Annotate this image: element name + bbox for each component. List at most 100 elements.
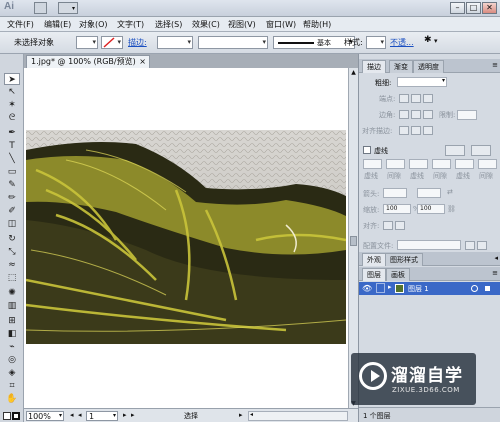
gradient-tool-icon[interactable]: ◧ <box>4 328 20 340</box>
panel-menu-icon[interactable]: ≡ <box>492 269 498 277</box>
artboard-canvas[interactable] <box>24 68 348 408</box>
menu-view[interactable]: 视图(V) <box>228 19 256 30</box>
scale-tool-icon[interactable]: ⤡ <box>4 246 20 258</box>
opacity-link[interactable]: 不透... <box>390 37 414 48</box>
limit-input[interactable] <box>457 110 477 120</box>
arrow-tip-at-end-icon[interactable] <box>395 221 405 230</box>
link-scale-icon[interactable]: ⛓ <box>447 205 456 213</box>
tab-stroke[interactable]: 描边 <box>362 60 386 73</box>
scroll-left-icon[interactable]: ◂ <box>250 411 253 418</box>
eraser-tool-icon[interactable]: ◫ <box>4 218 20 230</box>
graphic-style-dropdown[interactable] <box>366 36 386 49</box>
status-menu-icon[interactable]: ▸ <box>239 411 243 419</box>
line-tool-icon[interactable]: ╲ <box>4 153 20 165</box>
next-artboard-icon[interactable]: ▸ <box>123 411 127 419</box>
chevron-down-icon[interactable]: ▾ <box>434 37 438 45</box>
terraced-hills-photo[interactable] <box>26 130 346 344</box>
tab-gradient[interactable]: 渐变 <box>389 60 413 73</box>
scroll-up-icon[interactable]: ▲ <box>350 69 357 76</box>
round-join-icon[interactable] <box>411 110 421 119</box>
gap-input-2[interactable] <box>432 159 451 169</box>
dash-input-2[interactable] <box>409 159 428 169</box>
align-outside-icon[interactable] <box>423 126 433 135</box>
swap-arrowheads-icon[interactable]: ⇄ <box>447 188 453 196</box>
menu-file[interactable]: 文件(F) <box>7 19 34 30</box>
visibility-eye-icon[interactable]: 👁 <box>362 284 372 293</box>
stroke-label-link[interactable]: 描边: <box>128 37 147 48</box>
mesh-tool-icon[interactable]: ⊞ <box>4 315 20 327</box>
graph-tool-icon[interactable]: ▥ <box>4 300 20 312</box>
profile-dropdown[interactable] <box>397 240 461 250</box>
recolor-artwork-icon[interactable]: ✱ <box>424 35 432 45</box>
bevel-join-icon[interactable] <box>423 110 433 119</box>
close-window-button[interactable]: ✕ <box>482 2 497 14</box>
first-artboard-icon[interactable]: ◂ <box>70 411 74 419</box>
end-scale-input[interactable]: 100 <box>417 204 445 214</box>
magic-wand-tool-icon[interactable]: ✶ <box>4 99 20 111</box>
arrow-tip-beyond-icon[interactable] <box>383 221 393 230</box>
align-inside-icon[interactable] <box>411 126 421 135</box>
gap-input-3[interactable] <box>478 159 497 169</box>
stroke-color-dropdown[interactable] <box>101 36 123 49</box>
free-transform-tool-icon[interactable]: ⬚ <box>4 272 20 284</box>
end-arrowhead-dropdown[interactable] <box>417 188 441 198</box>
blob-brush-tool-icon[interactable]: ✐ <box>4 205 20 217</box>
fill-swatch[interactable] <box>3 412 11 420</box>
butt-cap-icon[interactable] <box>399 94 409 103</box>
preserve-dash-icon[interactable] <box>445 145 465 156</box>
start-scale-input[interactable]: 100 <box>383 204 411 214</box>
menu-help[interactable]: 帮助(H) <box>303 19 331 30</box>
brush-definition-dropdown[interactable]: 基本 ▾ <box>273 36 355 49</box>
lock-toggle[interactable] <box>376 283 385 293</box>
blend-tool-icon[interactable]: ◎ <box>4 354 20 366</box>
menu-window[interactable]: 窗口(W) <box>266 19 296 30</box>
eyedropper-tool-icon[interactable]: ⌁ <box>4 341 20 353</box>
align-dash-icon[interactable] <box>471 145 491 156</box>
stroke-swatch[interactable] <box>12 412 20 420</box>
menu-edit[interactable]: 编辑(E) <box>44 19 71 30</box>
pencil-tool-icon[interactable]: ✏ <box>4 192 20 204</box>
align-center-icon[interactable] <box>399 126 409 135</box>
panel-menu-icon[interactable]: ≡ <box>492 61 498 69</box>
type-tool-icon[interactable]: T <box>4 140 20 152</box>
projecting-cap-icon[interactable] <box>423 94 433 103</box>
menu-object[interactable]: 对象(O) <box>79 19 108 30</box>
tab-layers[interactable]: 图层 <box>362 268 386 281</box>
maximize-button[interactable]: □ <box>466 2 481 14</box>
live-paint-tool-icon[interactable]: ◈ <box>4 367 20 379</box>
symbol-sprayer-tool-icon[interactable]: ✺ <box>4 287 20 299</box>
arrange-documents-button[interactable]: ▾ <box>58 2 78 14</box>
rotate-tool-icon[interactable]: ↻ <box>4 233 20 245</box>
variable-width-profile-dropdown[interactable] <box>198 36 268 49</box>
flip-across-icon[interactable] <box>477 241 487 250</box>
miter-join-icon[interactable] <box>399 110 409 119</box>
zoom-dropdown[interactable]: 100% ▾ <box>26 411 64 421</box>
scrollbar-thumb[interactable] <box>350 236 357 246</box>
stroke-weight-field[interactable] <box>157 36 193 49</box>
last-artboard-icon[interactable]: ▸ <box>131 411 135 419</box>
previous-artboard-icon[interactable]: ◂ <box>78 411 82 419</box>
pen-tool-icon[interactable]: ✒ <box>4 127 20 139</box>
rectangle-tool-icon[interactable]: ▭ <box>4 166 20 178</box>
menu-type[interactable]: 文字(T) <box>117 19 144 30</box>
bridge-icon[interactable] <box>34 2 47 14</box>
fill-color-dropdown[interactable] <box>76 36 98 49</box>
menu-select[interactable]: 选择(S) <box>155 19 182 30</box>
start-arrowhead-dropdown[interactable] <box>383 188 407 198</box>
gap-input-1[interactable] <box>386 159 405 169</box>
tab-artboards[interactable]: 画板 <box>386 268 410 281</box>
warp-tool-icon[interactable]: ≈ <box>4 259 20 271</box>
paintbrush-tool-icon[interactable]: ✎ <box>4 179 20 191</box>
flip-along-icon[interactable] <box>465 241 475 250</box>
menu-effect[interactable]: 效果(C) <box>192 19 220 30</box>
collapse-panel-icon[interactable]: ◂ <box>494 254 498 262</box>
lasso-tool-icon[interactable]: ᘓ <box>4 112 20 124</box>
selection-tool-icon[interactable]: ➤ <box>4 73 20 85</box>
stroke-weight-input[interactable]: ▾ <box>397 77 447 87</box>
layer-row[interactable]: 👁 ▸ 图层 1 <box>359 282 500 295</box>
fill-stroke-swatches[interactable] <box>3 412 21 420</box>
tab-transparency[interactable]: 透明度 <box>413 60 444 73</box>
horizontal-scrollbar[interactable]: ◂ <box>248 411 348 421</box>
slice-tool-icon[interactable]: ⌗ <box>4 380 20 392</box>
target-circle-icon[interactable] <box>471 285 478 292</box>
